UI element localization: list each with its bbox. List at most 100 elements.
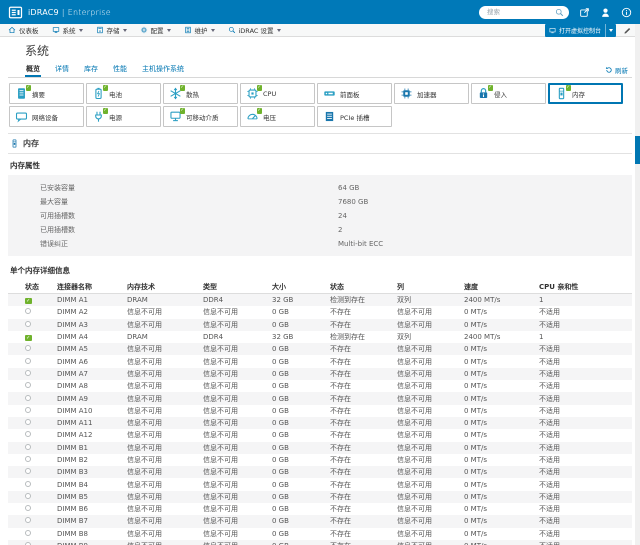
table-row[interactable]: DIMM A10 信息不可用 信息不可用 0 GB 不存在 信息不可用 0 MT/s 不适用 <box>8 405 632 417</box>
page-scrollbar[interactable] <box>635 24 640 545</box>
refresh-link[interactable]: 刷新 <box>605 65 628 77</box>
dimm-status-cell <box>25 443 57 452</box>
help-icon[interactable] <box>621 7 632 18</box>
chevron-down-icon <box>166 28 171 32</box>
table-row[interactable]: ✓ DIMM A1 DRAM DDR4 32 GB 检测到存在 双列 2400 MT/s 1 <box>8 294 632 307</box>
intrusion-icon <box>477 88 490 102</box>
table-cell: 信息不可用 <box>127 517 162 526</box>
table-row[interactable]: DIMM B6 信息不可用 信息不可用 0 GB 不存在 信息不可用 0 MT/s 不适用 <box>8 503 632 515</box>
nav-item[interactable]: 配置 <box>140 25 171 35</box>
component-button[interactable]: ✓ 摘要 <box>9 83 84 104</box>
component-button[interactable]: ✓ 电源 <box>86 106 161 127</box>
table-cell: 0 GB <box>272 529 289 538</box>
table-row[interactable]: DIMM A12 信息不可用 信息不可用 0 GB 不存在 信息不可用 0 MT/s 不适用 <box>8 429 632 441</box>
table-cell: DIMM A3 <box>57 320 89 329</box>
shortcut-icon[interactable] <box>579 7 590 18</box>
table-row[interactable]: DIMM A5 信息不可用 信息不可用 0 GB 不存在 信息不可用 0 MT/s 不适用 <box>8 343 632 356</box>
table-cell: 不适用 <box>539 406 560 415</box>
component-button[interactable]: 前面板 <box>317 83 392 104</box>
table-cell: 0 GB <box>272 505 289 514</box>
dimm-status-cell <box>25 369 57 378</box>
table-cell: 检测到存在 <box>330 333 365 342</box>
column-header: 速度 <box>464 283 478 291</box>
component-button[interactable]: ✓ 内存 <box>548 83 623 104</box>
component-label: 摘要 <box>32 90 45 99</box>
network-icon <box>15 112 28 125</box>
nav-item[interactable]: 维护 <box>184 25 215 35</box>
user-icon[interactable] <box>600 7 611 18</box>
component-button[interactable]: ✓ CPU <box>240 83 315 104</box>
table-row[interactable]: DIMM A2 信息不可用 信息不可用 0 GB 不存在 信息不可用 0 MT/s 不适用 <box>8 306 632 318</box>
tab-item[interactable]: 性能 <box>112 62 128 77</box>
table-row[interactable]: DIMM B9信息不可用信息不可用0 GB不存在信息不可用0 MT/s不适用 <box>8 539 632 545</box>
nav-item-label: 维护 <box>194 27 208 35</box>
table-cell: 信息不可用 <box>127 505 162 514</box>
table-cell: DIMM B5 <box>57 492 89 501</box>
table-cell: DIMM A2 <box>57 308 89 317</box>
table-row[interactable]: DIMM A7 信息不可用 信息不可用 0 GB 不存在 信息不可用 0 MT/s 不适用 <box>8 367 632 381</box>
table-row[interactable]: DIMM B5 信息不可用 信息不可用 0 GB 不存在 信息不可用 0 MT/s 不适用 <box>8 490 632 504</box>
table-row[interactable]: DIMM B1 信息不可用 信息不可用 0 GB 不存在 信息不可用 0 MT/s 不适用 <box>8 441 632 454</box>
tab-item[interactable]: 库存 <box>83 62 99 77</box>
table-row[interactable]: DIMM B3 信息不可用 信息不可用 0 GB 不存在 信息不可用 0 MT/s 不适用 <box>8 466 632 479</box>
component-button[interactable]: PCIe 插槽 <box>317 106 392 127</box>
component-button[interactable]: ✓ 可移动介质 <box>163 106 238 127</box>
table-cell: 0 MT/s <box>464 320 487 329</box>
property-value: 2 <box>338 226 343 234</box>
open-virtual-console-button[interactable]: 打开虚拟控制台 <box>544 23 616 37</box>
property-label: 已用插槽数 <box>40 226 75 234</box>
component-button[interactable]: 加速器 <box>394 83 469 104</box>
component-label: 侵入 <box>494 90 507 99</box>
table-row[interactable]: DIMM B8 信息不可用 信息不可用 0 GB 不存在 信息不可用 0 MT/s 不适用 <box>8 528 632 540</box>
healthy-badge-icon: ✓ <box>179 85 185 91</box>
table-row[interactable]: DIMM A3 信息不可用 信息不可用 0 GB 不存在 信息不可用 0 MT/s 不适用 <box>8 318 632 331</box>
dimm-table-header: 状态 连接器名称 内存技术 类型 大小 状态 列 速度 CPU 亲和性 <box>8 281 632 294</box>
table-row[interactable]: DIMM B2 信息不可用 信息不可用 0 GB 不存在 信息不可用 0 MT/s 不适用 <box>8 454 632 466</box>
healthy-badge-icon: ✓ <box>256 85 262 91</box>
table-cell: 0 MT/s <box>464 529 487 538</box>
table-cell: 不适用 <box>539 456 560 464</box>
status-ok-icon: ✓ <box>25 297 32 305</box>
table-cell: 信息不可用 <box>203 345 238 354</box>
table-cell: 信息不可用 <box>203 468 238 477</box>
table-row[interactable]: DIMM A9 信息不可用 信息不可用 0 GB 不存在 信息不可用 0 MT/s 不适用 <box>8 392 632 405</box>
component-button[interactable]: ✓ 侵入 <box>471 83 546 104</box>
console-dropdown-toggle[interactable] <box>605 23 616 37</box>
table-cell: DIMM A7 <box>57 369 89 378</box>
component-label: 电池 <box>109 90 122 99</box>
component-button[interactable]: ✓ 电压 <box>240 106 315 127</box>
table-cell: DIMM B2 <box>57 456 89 464</box>
dimm-status-cell <box>25 320 57 329</box>
memory-property-row: 已安装容量 64 GB <box>8 181 632 195</box>
scrollbar-thumb[interactable] <box>635 136 640 164</box>
component-button[interactable]: 网络设备 <box>9 106 84 127</box>
table-row[interactable]: DIMM B4 信息不可用 信息不可用 0 GB 不存在 信息不可用 0 MT/s 不适用 <box>8 478 632 490</box>
chevron-down-icon <box>122 28 127 32</box>
component-button[interactable]: ✓ 电池 <box>86 83 161 104</box>
nav-item[interactable]: 仪表板 <box>8 25 39 35</box>
column-header: 类型 <box>203 283 217 291</box>
table-cell: 不适用 <box>539 505 560 514</box>
table-cell: 不适用 <box>539 308 560 317</box>
edit-pencil-icon[interactable] <box>623 26 632 35</box>
table-cell: 信息不可用 <box>127 308 162 317</box>
nav-item[interactable]: iDRAC 设置 <box>228 25 281 35</box>
table-row[interactable]: DIMM A11 信息不可用 信息不可用 0 GB 不存在 信息不可用 0 MT/s 不适用 <box>8 416 632 430</box>
table-cell: 0 MT/s <box>464 369 487 378</box>
table-row[interactable]: DIMM A6 信息不可用 信息不可用 0 GB 不存在 信息不可用 0 MT/s 不适用 <box>8 355 632 367</box>
table-cell: 不存在 <box>330 394 351 403</box>
nav-item-label: 仪表板 <box>19 27 39 35</box>
table-row[interactable]: DIMM A8 信息不可用 信息不可用 0 GB 不存在 信息不可用 0 MT/s 不适用 <box>8 380 632 392</box>
component-button[interactable]: ✓ 散热 <box>163 83 238 104</box>
tab-item[interactable]: 详情 <box>54 62 70 77</box>
search-icon[interactable] <box>555 8 564 17</box>
table-row[interactable]: DIMM B7 信息不可用 信息不可用 0 GB 不存在 信息不可用 0 MT/s 不适用 <box>8 515 632 528</box>
tab-item[interactable]: 主机操作系统 <box>141 62 185 77</box>
table-cell: 0 MT/s <box>464 382 487 391</box>
nav-item[interactable]: 系统 <box>52 25 83 35</box>
refresh-icon <box>605 66 612 73</box>
tab-active[interactable]: 概览 <box>25 62 41 77</box>
table-row[interactable]: ✓ DIMM A4 DRAM DDR4 32 GB 检测到存在 双列 2400 MT/s 1 <box>8 331 632 343</box>
nav-item[interactable]: 存储 <box>96 25 127 35</box>
component-label: PCIe 插槽 <box>340 113 370 122</box>
